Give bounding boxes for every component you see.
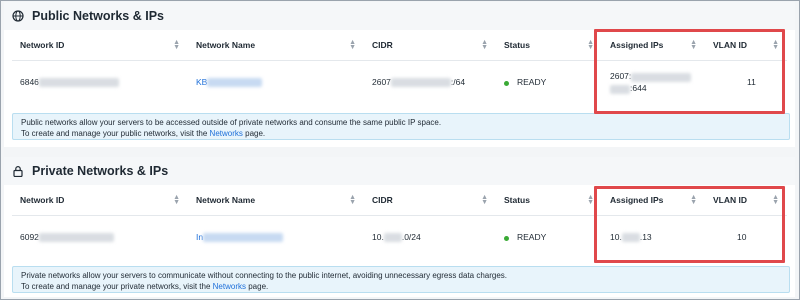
public-networks-panel: Public Networks & IPs Network ID ▲ ▼ Netwo… <box>4 2 795 147</box>
column-header-network-name[interactable]: Network Name ▲ ▼ <box>188 185 364 216</box>
sort-icon[interactable]: ▲ ▼ <box>587 194 594 206</box>
status-cell: READY <box>496 215 602 259</box>
column-header-network-name[interactable]: Network Name ▲ ▼ <box>188 30 364 61</box>
info-text-line: Private networks allow your servers to c… <box>21 271 508 280</box>
table-header-row: Network ID ▲ ▼ Network Name ▲ ▼ CIDR ▲ ▼ Statu… <box>12 30 787 61</box>
redacted-text <box>610 84 630 94</box>
redacted-text <box>207 78 263 88</box>
column-header-vlan-id[interactable]: VLAN ID ▲ ▼ <box>705 185 787 216</box>
cidr-cell: 2607:/64 <box>372 77 466 88</box>
table-row: 6092 In 10. .0/24 READY 10. .13 10 <box>12 215 787 259</box>
redacted-text <box>383 233 402 243</box>
status-cell: READY <box>496 60 602 104</box>
column-header-status[interactable]: Status ▲ ▼ <box>496 30 602 61</box>
sort-icon[interactable]: ▲ ▼ <box>173 194 180 206</box>
sort-icon[interactable]: ▲ ▼ <box>772 194 779 206</box>
public-networks-header: Public Networks & IPs <box>4 2 795 30</box>
column-header-vlan-id[interactable]: VLAN ID ▲ ▼ <box>705 30 787 61</box>
sort-icon[interactable]: ▲ ▼ <box>481 39 488 51</box>
assigned-ips-cell: 2607: :644 <box>602 60 705 104</box>
redacted-text <box>38 78 119 88</box>
status-ready-dot-icon <box>504 80 509 86</box>
redacted-text <box>621 233 640 243</box>
redacted-text <box>203 233 284 243</box>
info-text-line: Public networks allow your servers to be… <box>21 118 442 127</box>
info-text-line: To create and manage your public network… <box>21 129 266 138</box>
private-networks-table: Network ID ▲ ▼ Network Name ▲ ▼ CIDR ▲ ▼ Statu… <box>12 185 787 259</box>
sort-icon[interactable]: ▲ ▼ <box>772 39 779 51</box>
table-row: 6846 KB 2607:/64 READY 2607: :644 11 <box>12 60 787 104</box>
vlan-id-cell: 10 <box>737 232 747 243</box>
status-ready-dot-icon <box>504 235 509 241</box>
column-header-status[interactable]: Status ▲ ▼ <box>496 185 602 216</box>
redacted-text <box>38 233 114 243</box>
network-name-link[interactable]: KB <box>188 60 364 104</box>
sort-icon[interactable]: ▲ ▼ <box>173 39 180 51</box>
column-header-cidr[interactable]: CIDR ▲ ▼ <box>364 30 496 61</box>
sort-icon[interactable]: ▲ ▼ <box>349 39 356 51</box>
vlan-id-cell: 11 <box>747 77 756 88</box>
sort-icon[interactable]: ▲ ▼ <box>690 194 697 206</box>
column-header-assigned-ips[interactable]: Assigned IPs ▲ ▼ <box>602 185 705 216</box>
lock-icon <box>13 166 23 177</box>
public-networks-info-banner: Public networks allow your servers to be… <box>12 113 790 140</box>
private-networks-panel: Private Networks & IPs Network ID ▲ ▼ Netw… <box>4 157 795 297</box>
networks-page-link[interactable]: Networks <box>210 129 243 138</box>
sort-icon[interactable]: ▲ ▼ <box>349 194 356 206</box>
column-header-cidr[interactable]: CIDR ▲ ▼ <box>364 185 496 216</box>
info-text-line: To create and manage your private networ… <box>21 282 269 291</box>
redacted-text <box>390 78 451 88</box>
networks-page-link[interactable]: Networks <box>213 282 246 291</box>
private-networks-header: Private Networks & IPs <box>4 157 795 185</box>
sort-icon[interactable]: ▲ ▼ <box>690 39 697 51</box>
public-networks-table: Network ID ▲ ▼ Network Name ▲ ▼ CIDR ▲ ▼ Statu… <box>12 30 787 104</box>
column-header-network-id[interactable]: Network ID ▲ ▼ <box>12 30 188 61</box>
column-header-network-id[interactable]: Network ID ▲ ▼ <box>12 185 188 216</box>
network-id-cell: 6846 <box>12 60 188 104</box>
section-title: Public Networks & IPs <box>32 9 164 23</box>
table-header-row: Network ID ▲ ▼ Network Name ▲ ▼ CIDR ▲ ▼ Statu… <box>12 185 787 216</box>
network-id-cell: 6092 <box>12 215 188 259</box>
redacted-text <box>631 72 692 82</box>
assigned-ips-cell: 10. .13 <box>610 232 652 243</box>
section-title: Private Networks & IPs <box>32 164 169 178</box>
sort-icon[interactable]: ▲ ▼ <box>481 194 488 206</box>
sort-icon[interactable]: ▲ ▼ <box>587 39 594 51</box>
globe-icon <box>12 10 24 22</box>
network-name-link[interactable]: In <box>188 215 364 259</box>
cidr-cell: 10. .0/24 <box>372 232 421 243</box>
private-networks-info-banner: Private networks allow your servers to c… <box>12 266 790 293</box>
column-header-assigned-ips[interactable]: Assigned IPs ▲ ▼ <box>602 30 705 61</box>
